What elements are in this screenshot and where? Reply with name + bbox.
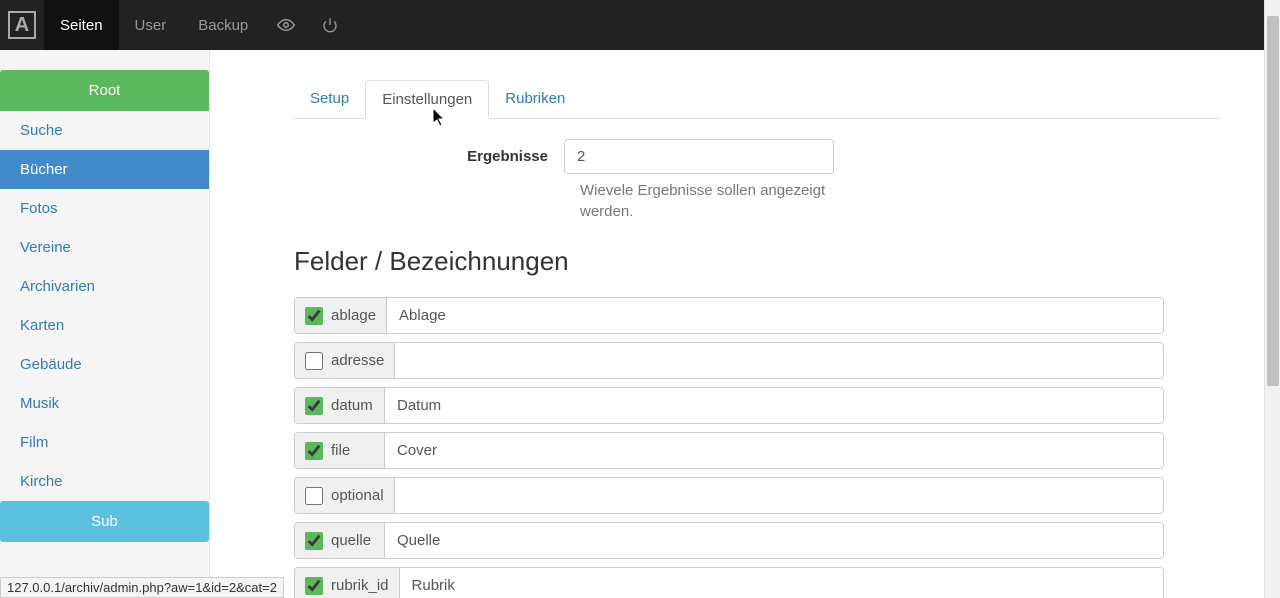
field-adresse-input[interactable] (395, 343, 1163, 378)
sidebar-item-karten[interactable]: Karten (0, 306, 209, 345)
field-ablage-input[interactable] (387, 298, 1163, 333)
ergebnisse-help: Wievele Ergebnisse sollen angezeigt werd… (580, 180, 840, 222)
nav-seiten[interactable]: Seiten (44, 0, 119, 50)
eye-icon[interactable] (264, 0, 308, 50)
field-row-quelle: quelle (294, 522, 1164, 559)
ergebnisse-row: Ergebnisse (294, 139, 1220, 174)
field-row-ablage: ablage (294, 297, 1164, 334)
field-key-label: adresse (331, 352, 384, 369)
ergebnisse-label: Ergebnisse (294, 148, 564, 165)
field-row-file: file (294, 432, 1164, 469)
field-file-checkbox[interactable] (305, 442, 323, 460)
fields-table: ablage adresse datum (294, 297, 1164, 598)
field-row-rubrik-id: rubrik_id (294, 567, 1164, 598)
sidebar-item-archivarien[interactable]: Archivarien (0, 267, 209, 306)
tab-rubriken[interactable]: Rubriken (489, 80, 581, 119)
scrollbar-thumb[interactable] (1267, 16, 1279, 386)
field-datum-input[interactable] (385, 388, 1163, 423)
sidebar-item-buecher[interactable]: Bücher (0, 150, 209, 189)
field-key-label: datum (331, 397, 373, 414)
field-optional-checkbox[interactable] (305, 487, 323, 505)
top-navbar: A Seiten User Backup (0, 0, 1280, 50)
sidebar-root-button[interactable]: Root (0, 70, 209, 111)
sidebar-item-musik[interactable]: Musik (0, 384, 209, 423)
field-ablage-checkbox[interactable] (305, 307, 323, 325)
page-scrollbar[interactable] (1264, 0, 1280, 598)
section-title: Felder / Bezeichnungen (294, 246, 1220, 277)
sidebar-item-fotos[interactable]: Fotos (0, 189, 209, 228)
tab-setup[interactable]: Setup (294, 80, 365, 119)
field-key-label: rubrik_id (331, 577, 389, 594)
field-optional-input[interactable] (395, 478, 1163, 513)
sidebar-item-vereine[interactable]: Vereine (0, 228, 209, 267)
field-datum-checkbox[interactable] (305, 397, 323, 415)
tab-bar: Setup Einstellungen Rubriken (294, 80, 1220, 119)
field-file-input[interactable] (385, 433, 1163, 468)
tab-einstellungen[interactable]: Einstellungen (365, 80, 489, 119)
ergebnisse-input[interactable] (564, 139, 834, 174)
field-quelle-input[interactable] (385, 523, 1163, 558)
sidebar: Root Suche Bücher Fotos Vereine Archivar… (0, 50, 210, 598)
nav-user[interactable]: User (119, 0, 183, 50)
browser-status-url: 127.0.0.1/archiv/admin.php?aw=1&id=2&cat… (0, 577, 284, 598)
field-key-label: optional (331, 487, 384, 504)
sidebar-item-kirche[interactable]: Kirche (0, 462, 209, 501)
main-content: Setup Einstellungen Rubriken Ergebnisse … (210, 50, 1280, 598)
field-row-datum: datum (294, 387, 1164, 424)
field-row-adresse: adresse (294, 342, 1164, 379)
brand-logo[interactable]: A (8, 11, 36, 39)
sidebar-sub-button[interactable]: Sub (0, 501, 209, 542)
field-key-label: file (331, 442, 350, 459)
sidebar-item-film[interactable]: Film (0, 423, 209, 462)
field-quelle-checkbox[interactable] (305, 532, 323, 550)
field-key-label: ablage (331, 307, 376, 324)
sidebar-item-gebaeude[interactable]: Gebäude (0, 345, 209, 384)
field-adresse-checkbox[interactable] (305, 352, 323, 370)
field-key-label: quelle (331, 532, 371, 549)
field-row-optional: optional (294, 477, 1164, 514)
sidebar-item-suche[interactable]: Suche (0, 111, 209, 150)
power-icon[interactable] (308, 0, 352, 50)
field-rubrik-id-input[interactable] (400, 568, 1163, 598)
field-rubrik-id-checkbox[interactable] (305, 577, 323, 595)
nav-backup[interactable]: Backup (182, 0, 264, 50)
